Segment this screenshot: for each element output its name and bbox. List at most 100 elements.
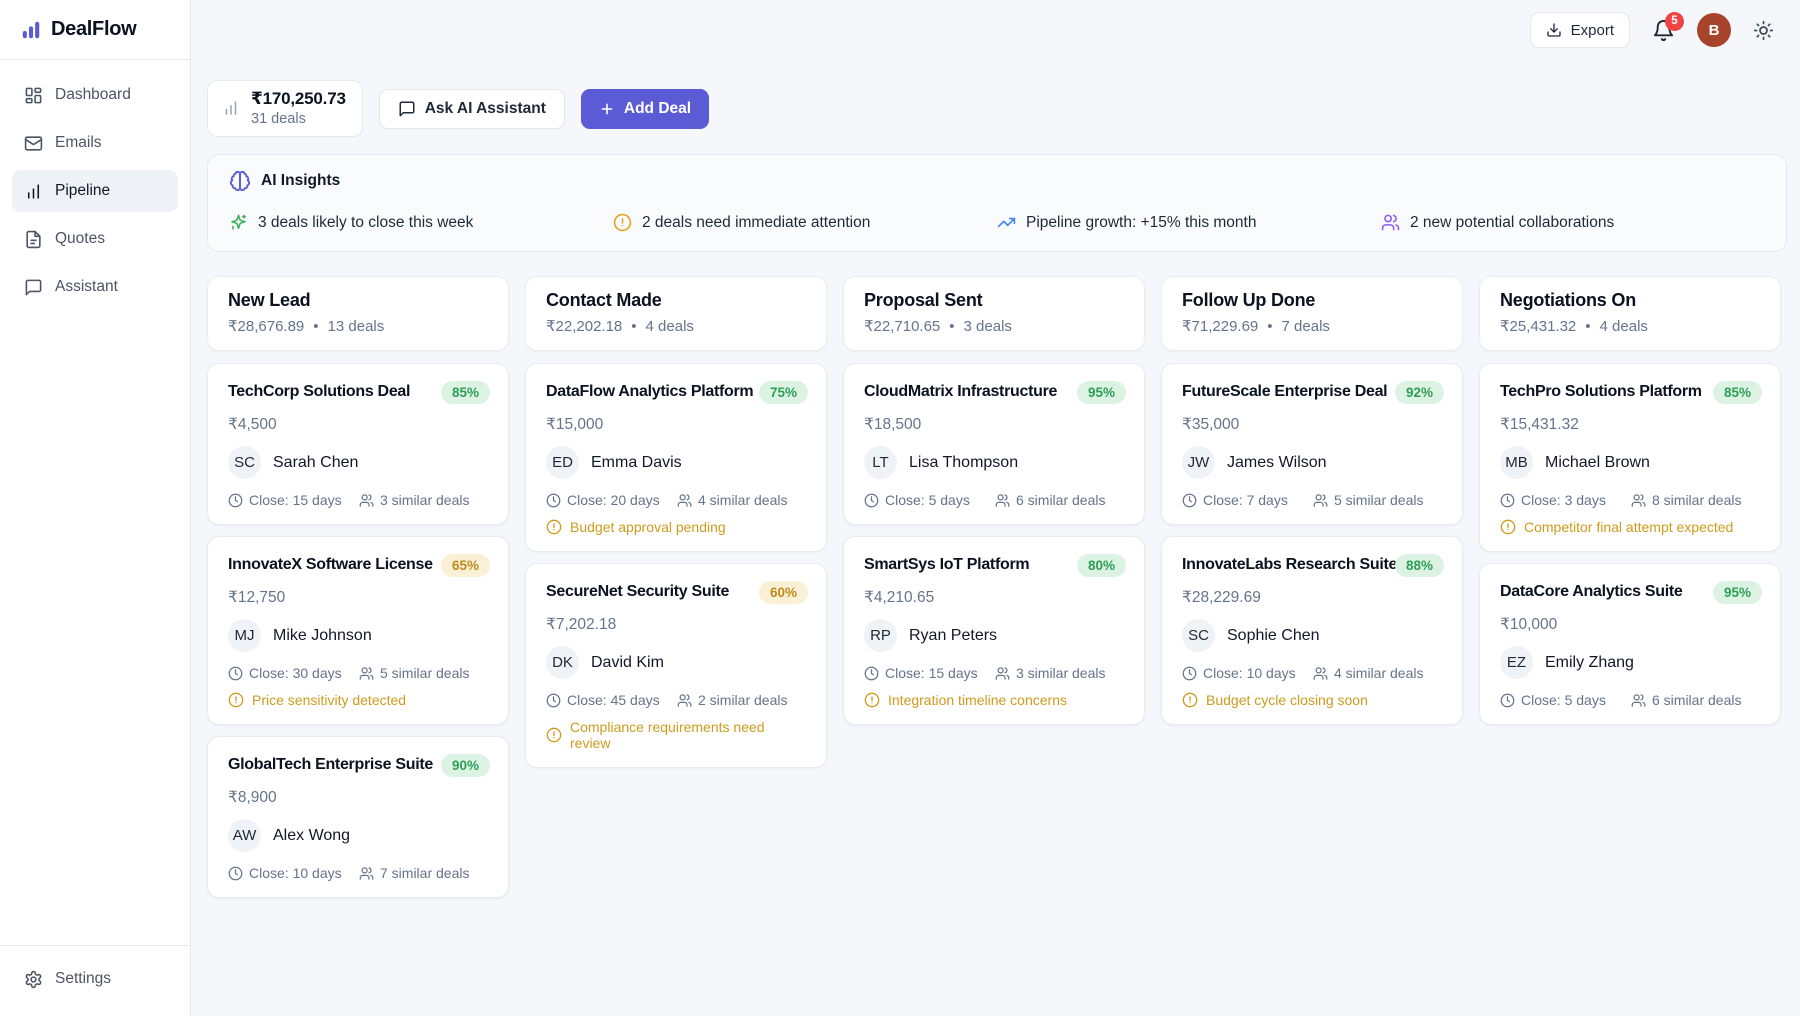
users-icon [677,693,692,708]
deal-card[interactable]: InnovateX Software License 65% ₹12,750 M… [207,536,509,725]
deal-title: FutureScale Enterprise Deal [1182,381,1395,401]
notifications-button[interactable]: 5 [1652,19,1675,42]
close-days: Close: 7 days [1182,492,1313,508]
probability-badge: 80% [1077,554,1126,577]
deal-owner: AW Alex Wong [228,819,490,852]
deal-owner: MB Michael Brown [1500,446,1762,479]
deal-card[interactable]: CloudMatrix Infrastructure 95% ₹18,500 L… [843,363,1145,525]
deal-card[interactable]: GlobalTech Enterprise Suite 90% ₹8,900 A… [207,736,509,898]
deal-title: SmartSys IoT Platform [864,554,1077,574]
sidebar-footer: Settings [0,945,190,1016]
plus-icon [599,101,615,117]
similar-deals: 3 similar deals [995,665,1126,681]
close-days: Close: 45 days [546,692,677,708]
column-deal-count: 4 deals [646,318,694,335]
sidebar-item-emails[interactable]: Emails [12,122,178,164]
deal-card[interactable]: DataFlow Analytics Platform 75% ₹15,000 … [525,363,827,552]
ask-ai-assistant-button[interactable]: Ask AI Assistant [379,89,565,129]
deal-title: GlobalTech Enterprise Suite [228,754,441,774]
clock-icon [1182,666,1197,681]
pipeline-total-deals: 31 deals [251,111,346,127]
pipeline-total-stat: ₹170,250.73 31 deals [207,80,363,137]
deal-warning: Compliance requirements need review [546,719,808,751]
ai-insights-panel: AI Insights 3 deals likely to close this… [207,154,1787,252]
probability-badge: 90% [441,754,490,777]
similar-deals: 5 similar deals [359,665,490,681]
column-title: Negotiations On [1500,290,1760,311]
sidebar-item-label: Assistant [55,278,118,296]
deal-card[interactable]: DataCore Analytics Suite 95% ₹10,000 EZ … [1479,563,1781,725]
similar-deals: 6 similar deals [995,492,1126,508]
deal-amount: ₹35,000 [1182,415,1444,434]
pipeline-column: New Lead ₹28,676.89 • 13 deals TechCorp … [207,276,509,898]
similar-deals: 4 similar deals [1313,665,1444,681]
owner-name: Lisa Thompson [909,454,1018,472]
sidebar-item-pipeline[interactable]: Pipeline [12,170,178,212]
deal-owner: EZ Emily Zhang [1500,646,1762,679]
column-meta: ₹22,710.65 • 3 deals [864,317,1124,335]
column-header: New Lead ₹28,676.89 • 13 deals [207,276,509,351]
deal-title: InnovateX Software License [228,554,441,574]
ai-insight-text: 2 new potential collaborations [1410,214,1614,232]
deal-card[interactable]: InnovateLabs Research Suite 88% ₹28,229.… [1161,536,1463,725]
theme-toggle-button[interactable] [1753,20,1774,41]
sidebar-item-dashboard[interactable]: Dashboard [12,74,178,116]
ai-insight-item: 2 deals need immediate attention [613,213,997,232]
ai-insight-item: 2 new potential collaborations [1381,213,1765,232]
deal-title: CloudMatrix Infrastructure [864,381,1077,401]
user-avatar[interactable]: B [1697,13,1731,47]
deal-meta: Close: 7 days 5 similar deals [1182,492,1444,508]
owner-avatar: MB [1500,446,1533,479]
dot-separator: • [949,318,954,335]
deal-title: DataCore Analytics Suite [1500,581,1713,601]
add-deal-button[interactable]: Add Deal [581,89,709,129]
dashboard-icon [24,86,43,105]
deal-amount: ₹12,750 [228,588,490,607]
close-days: Close: 10 days [228,865,359,881]
deal-card[interactable]: TechPro Solutions Platform 85% ₹15,431.3… [1479,363,1781,552]
message-square-icon [398,100,416,118]
deal-meta: Close: 10 days 7 similar deals [228,865,490,881]
deal-amount: ₹4,210.65 [864,588,1126,607]
deal-card[interactable]: FutureScale Enterprise Deal 92% ₹35,000 … [1161,363,1463,525]
sidebar-item-settings[interactable]: Settings [12,958,178,1000]
sparkles-icon [229,213,248,232]
column-header: Negotiations On ₹25,431.32 • 4 deals [1479,276,1781,351]
clock-icon [1182,493,1197,508]
dot-separator: • [631,318,636,335]
close-days: Close: 10 days [1182,665,1313,681]
owner-name: Michael Brown [1545,454,1650,472]
warning-icon [546,727,562,743]
trending-up-icon [997,213,1016,232]
owner-avatar: JW [1182,446,1215,479]
deal-card[interactable]: TechCorp Solutions Deal 85% ₹4,500 SC Sa… [207,363,509,525]
column-deal-count: 13 deals [328,318,385,335]
export-button[interactable]: Export [1530,12,1630,48]
deal-meta: Close: 30 days 5 similar deals [228,665,490,681]
deal-meta: Close: 3 days 8 similar deals [1500,492,1762,508]
deal-title: InnovateLabs Research Suite [1182,554,1395,574]
deal-meta: Close: 10 days 4 similar deals [1182,665,1444,681]
probability-badge: 85% [1713,381,1762,404]
sidebar-item-label: Dashboard [55,86,131,104]
file-text-icon [24,230,43,249]
deal-amount: ₹7,202.18 [546,615,808,634]
ai-insights-list: 3 deals likely to close this week 2 deal… [229,213,1765,232]
deal-card[interactable]: SmartSys IoT Platform 80% ₹4,210.65 RP R… [843,536,1145,725]
probability-badge: 65% [441,554,490,577]
sidebar-item-assistant[interactable]: Assistant [12,266,178,308]
column-header: Contact Made ₹22,202.18 • 4 deals [525,276,827,351]
column-cards: FutureScale Enterprise Deal 92% ₹35,000 … [1161,363,1463,725]
close-days: Close: 20 days [546,492,677,508]
pipeline-column: Negotiations On ₹25,431.32 • 4 deals Tec… [1479,276,1781,725]
clock-icon [546,493,561,508]
column-deal-count: 3 deals [964,318,1012,335]
users-icon [359,666,374,681]
owner-name: David Kim [591,654,664,672]
deal-title: TechPro Solutions Platform [1500,381,1713,401]
deal-card[interactable]: SecureNet Security Suite 60% ₹7,202.18 D… [525,563,827,768]
column-cards: CloudMatrix Infrastructure 95% ₹18,500 L… [843,363,1145,725]
sidebar-item-quotes[interactable]: Quotes [12,218,178,260]
download-icon [1546,22,1562,38]
deal-meta: Close: 5 days 6 similar deals [1500,692,1762,708]
